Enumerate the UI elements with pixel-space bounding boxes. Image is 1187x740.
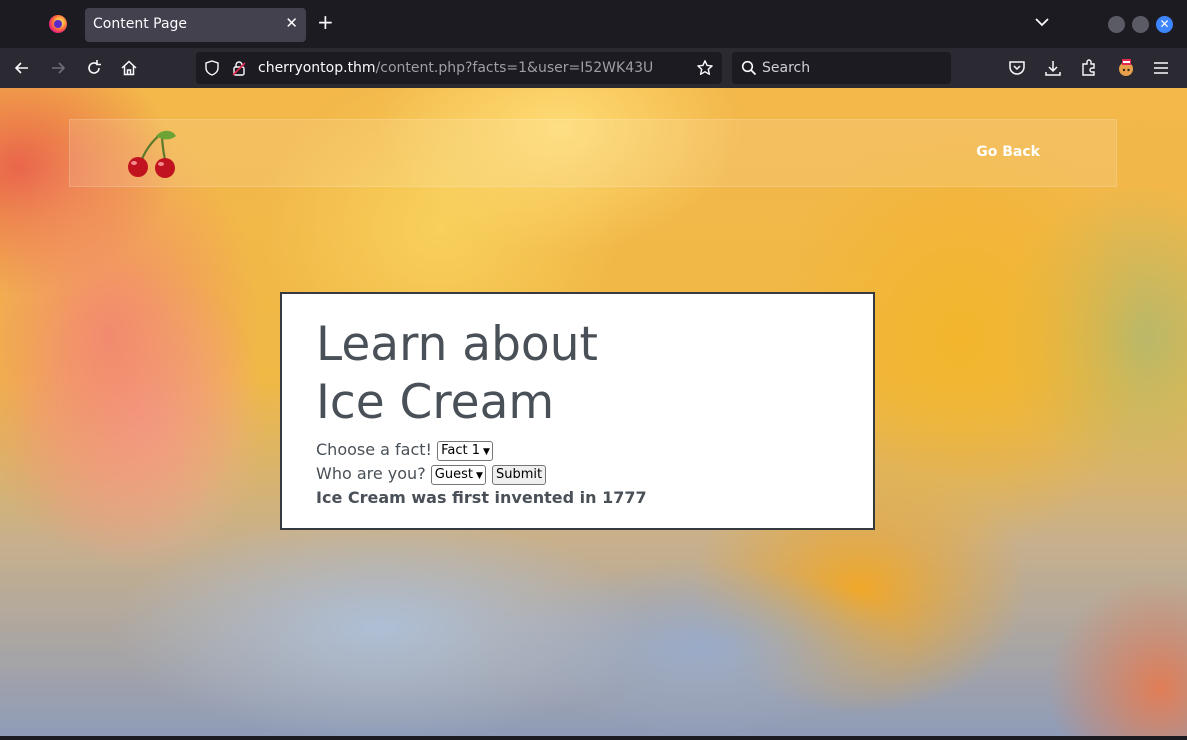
page-title: Learn about Ice Cream (316, 317, 598, 430)
url-text[interactable]: cherryontop.thm/content.php?facts=1&user… (258, 60, 653, 76)
user-select[interactable]: Guest ▼ (430, 464, 486, 485)
extensions-puzzle-icon[interactable] (1079, 58, 1099, 78)
tracking-protection-shield-icon[interactable] (205, 60, 219, 76)
url-path: /content.php?facts=1&user=I52WK43U (375, 60, 654, 76)
fact-label: Choose a fact! (316, 440, 432, 459)
list-all-tabs-icon[interactable] (1034, 14, 1050, 30)
cherry-icon[interactable] (126, 127, 180, 181)
foxyproxy-extension-icon[interactable] (1116, 58, 1136, 78)
fact-select-value: Fact 1 (441, 442, 480, 458)
url-host: cherryontop.thm (258, 60, 376, 76)
go-back-link[interactable]: Go Back (976, 144, 1040, 160)
tab-title: Content Page (93, 16, 188, 32)
navigation-toolbar: cherryontop.thm/content.php?facts=1&user… (0, 48, 1187, 88)
insecure-lock-icon[interactable] (232, 60, 246, 76)
tab-close-icon[interactable]: ✕ (285, 14, 298, 32)
minimize-window-button[interactable] (1108, 16, 1125, 33)
firefox-logo-icon (49, 15, 67, 33)
chevron-down-icon: ▼ (475, 470, 483, 481)
submit-button[interactable]: Submit (491, 464, 547, 485)
fact-select[interactable]: Fact 1 ▼ (437, 440, 493, 461)
bookmark-star-icon[interactable] (696, 59, 714, 77)
url-bar[interactable]: cherryontop.thm/content.php?facts=1&user… (196, 52, 722, 84)
search-icon (741, 60, 757, 76)
page-viewport: Go Back Learn about Ice Cream Choose a f… (0, 88, 1187, 736)
chevron-down-icon: ▼ (482, 446, 490, 457)
tab-bar: Content Page ✕ + ✕ (0, 0, 1187, 48)
user-row: Who are you? Guest ▼ Submit (316, 464, 547, 485)
user-select-value: Guest (434, 466, 473, 482)
fact-row: Choose a fact! Fact 1 ▼ (316, 440, 493, 461)
status-strip (0, 736, 1187, 740)
close-window-button[interactable]: ✕ (1156, 16, 1173, 33)
maximize-window-button[interactable] (1132, 16, 1149, 33)
pocket-icon[interactable] (1007, 58, 1027, 78)
search-bar[interactable]: Search (732, 52, 951, 84)
new-tab-icon[interactable]: + (317, 12, 334, 32)
reload-icon[interactable] (84, 58, 104, 78)
content-card: Learn about Ice Cream Choose a fact! Fac… (280, 292, 875, 530)
back-arrow-icon[interactable] (12, 58, 32, 78)
user-label: Who are you? (316, 464, 426, 483)
tab-content-page[interactable]: Content Page ✕ (85, 8, 306, 42)
home-icon[interactable] (119, 58, 139, 78)
downloads-icon[interactable] (1043, 58, 1063, 78)
search-placeholder: Search (762, 60, 811, 76)
forward-arrow-icon[interactable] (48, 58, 68, 78)
hamburger-menu-icon[interactable] (1151, 58, 1171, 78)
fact-text: Ice Cream was first invented in 1777 (316, 488, 647, 507)
site-navbar: Go Back (69, 119, 1117, 187)
